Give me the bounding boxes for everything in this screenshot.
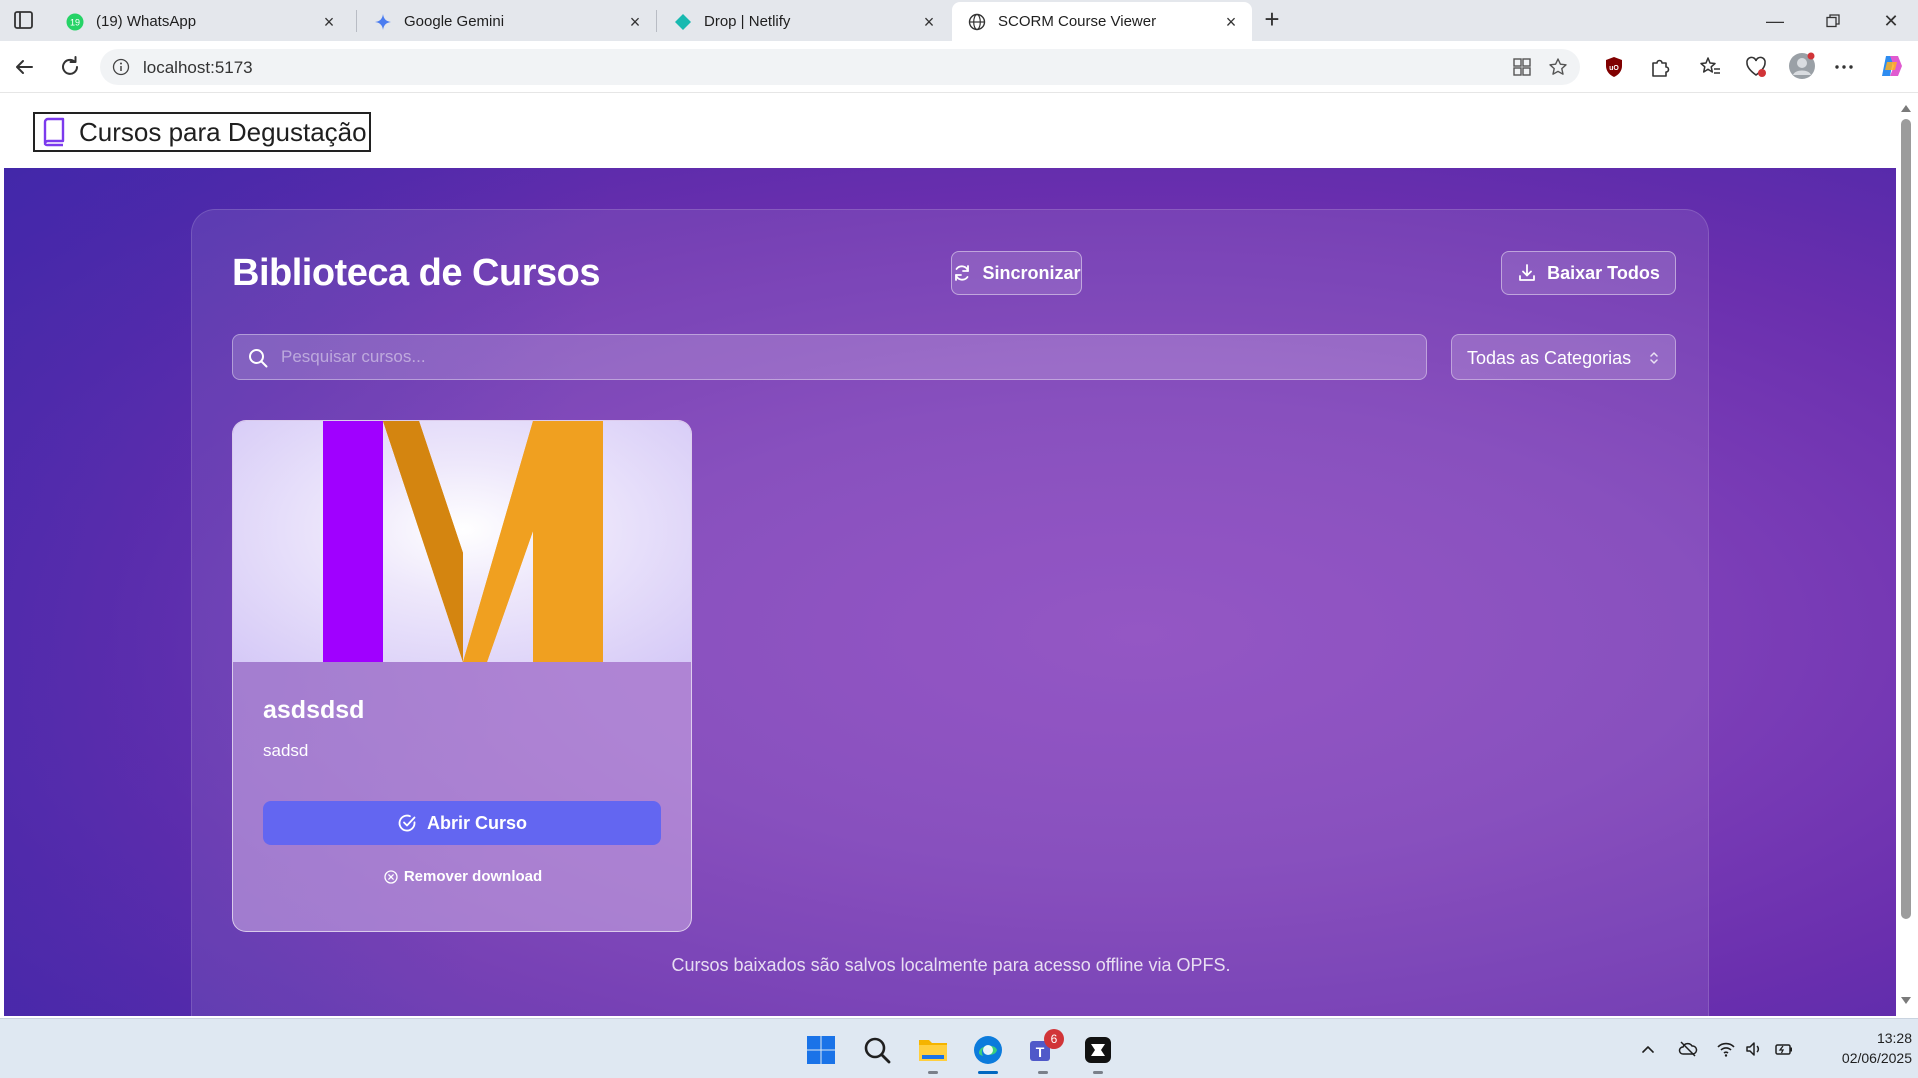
scroll-down-arrow-icon[interactable] xyxy=(1900,996,1912,1006)
site-info-icon[interactable] xyxy=(112,58,130,76)
wifi-icon[interactable] xyxy=(1716,1039,1736,1059)
address-bar[interactable]: localhost:5173 xyxy=(100,49,1580,85)
course-card: asdsdsd sadsd Abrir Curso Remover downlo… xyxy=(232,420,692,932)
book-icon xyxy=(43,117,65,147)
tab-title: SCORM Course Viewer xyxy=(998,13,1157,30)
tab-whatsapp[interactable]: 19 (19) WhatsApp × xyxy=(50,2,350,41)
scrollbar-thumb[interactable] xyxy=(1901,119,1911,919)
close-tab-icon[interactable]: × xyxy=(920,13,938,31)
windows-start-icon[interactable] xyxy=(804,1033,838,1067)
battery-charging-icon[interactable] xyxy=(1774,1039,1794,1059)
clock-date: 02/06/2025 xyxy=(1841,1050,1912,1066)
page-scrollbar[interactable] xyxy=(1896,93,1918,1016)
tab-title: Google Gemini xyxy=(404,13,505,30)
teams-notification-badge: 6 xyxy=(1044,1029,1064,1049)
copilot-icon[interactable] xyxy=(1878,52,1906,80)
profile-avatar-icon[interactable] xyxy=(1788,52,1816,80)
browser-tab-strip: 19 (19) WhatsApp × Google Gemini × Drop … xyxy=(0,0,1918,41)
back-arrow-icon[interactable] xyxy=(10,53,38,81)
remove-download-label: Remover download xyxy=(403,868,543,885)
page-title: Biblioteca de Cursos xyxy=(232,252,600,294)
capcut-icon[interactable] xyxy=(1081,1033,1115,1067)
refresh-icon[interactable] xyxy=(56,53,84,81)
tab-actions-icon[interactable] xyxy=(12,9,36,31)
onedrive-offline-icon[interactable] xyxy=(1678,1039,1698,1059)
tab-scorm-course-viewer[interactable]: SCORM Course Viewer × xyxy=(952,2,1252,41)
search-icon[interactable] xyxy=(860,1033,894,1067)
x-circle-icon xyxy=(384,869,398,884)
whatsapp-icon: 19 xyxy=(66,13,84,30)
download-all-label: Baixar Todos xyxy=(1547,262,1660,283)
tab-gemini[interactable]: Google Gemini × xyxy=(358,2,656,41)
tab-separator xyxy=(356,10,357,32)
close-tab-icon[interactable]: × xyxy=(1222,13,1240,31)
minimize-button[interactable]: — xyxy=(1752,6,1798,36)
main-content: Biblioteca de Cursos Sincronizar Baixar … xyxy=(4,168,1896,1016)
close-tab-icon[interactable]: × xyxy=(320,13,338,31)
remove-download-link[interactable]: Remover download xyxy=(233,868,691,885)
search-input[interactable] xyxy=(281,335,1401,379)
extensions-puzzle-icon[interactable] xyxy=(1648,55,1672,79)
svg-text:19: 19 xyxy=(70,17,80,27)
taskbar-clock[interactable]: 13:28 02/06/2025 xyxy=(1812,1028,1912,1068)
course-logo-image xyxy=(323,421,603,662)
edge-browser-icon[interactable] xyxy=(971,1033,1005,1067)
site-header: Cursos para Degustação xyxy=(4,93,1896,168)
restore-button[interactable] xyxy=(1810,6,1856,36)
active-indicator xyxy=(978,1071,998,1074)
refresh-icon xyxy=(955,265,970,281)
new-tab-button[interactable]: + xyxy=(1258,6,1286,34)
ublock-shield-icon[interactable]: uO xyxy=(1602,55,1626,79)
globe-icon xyxy=(968,13,986,30)
svg-text:T: T xyxy=(1036,1044,1045,1060)
clock-time: 13:28 xyxy=(1876,1030,1912,1046)
scroll-up-arrow-icon[interactable] xyxy=(1900,103,1912,113)
open-course-button[interactable]: Abrir Curso xyxy=(263,801,661,845)
running-indicator xyxy=(1093,1071,1103,1074)
close-tab-icon[interactable]: × xyxy=(626,13,644,31)
restore-icon xyxy=(1826,14,1840,28)
tab-separator xyxy=(656,10,657,32)
course-title: asdsdsd xyxy=(263,696,365,724)
tab-title: Drop | Netlify xyxy=(704,13,791,30)
chevron-up-icon[interactable] xyxy=(1638,1039,1658,1059)
course-description: sadsd xyxy=(263,741,309,760)
file-explorer-icon[interactable] xyxy=(916,1033,950,1067)
volume-icon[interactable] xyxy=(1744,1039,1764,1059)
running-indicator xyxy=(928,1071,938,1074)
url-text: localhost:5173 xyxy=(143,58,253,77)
search-icon xyxy=(249,349,268,368)
sync-button-label: Sincronizar xyxy=(982,262,1081,283)
open-course-label: Abrir Curso xyxy=(426,812,527,833)
sync-button[interactable]: Sincronizar xyxy=(951,251,1082,295)
close-window-button[interactable]: ✕ xyxy=(1868,6,1914,36)
running-indicator xyxy=(1038,1071,1048,1074)
download-icon xyxy=(1519,264,1536,281)
app-available-icon[interactable] xyxy=(1512,57,1532,77)
tab-netlify[interactable]: Drop | Netlify × xyxy=(658,2,950,41)
svg-text:uO: uO xyxy=(1609,65,1619,72)
tab-title: (19) WhatsApp xyxy=(96,13,197,30)
favorite-star-icon[interactable] xyxy=(1548,57,1568,77)
favorites-list-icon[interactable] xyxy=(1698,55,1722,79)
browser-toolbar: localhost:5173 uO xyxy=(0,41,1918,93)
windows-taskbar: T 6 13:28 02/06/2025 xyxy=(0,1018,1918,1078)
chevron-up-down-icon xyxy=(1650,352,1658,364)
category-select[interactable]: Todas as Categorias xyxy=(1451,334,1676,380)
netlify-icon xyxy=(675,13,691,30)
more-options-icon[interactable] xyxy=(1832,55,1856,79)
check-circle-icon xyxy=(398,814,416,832)
browser-essentials-icon[interactable] xyxy=(1744,55,1768,79)
gemini-icon xyxy=(375,13,391,30)
brand-title: Cursos para Degustação xyxy=(79,116,367,147)
brand-logo-link[interactable]: Cursos para Degustação xyxy=(33,112,371,152)
library-panel: Biblioteca de Cursos Sincronizar Baixar … xyxy=(191,209,1709,1016)
search-field[interactable] xyxy=(232,334,1427,380)
course-thumbnail xyxy=(233,421,691,662)
offline-storage-note: Cursos baixados são salvos localmente pa… xyxy=(671,955,1231,975)
category-selected-value: Todas as Categorias xyxy=(1467,348,1632,368)
download-all-button[interactable]: Baixar Todos xyxy=(1501,251,1676,295)
